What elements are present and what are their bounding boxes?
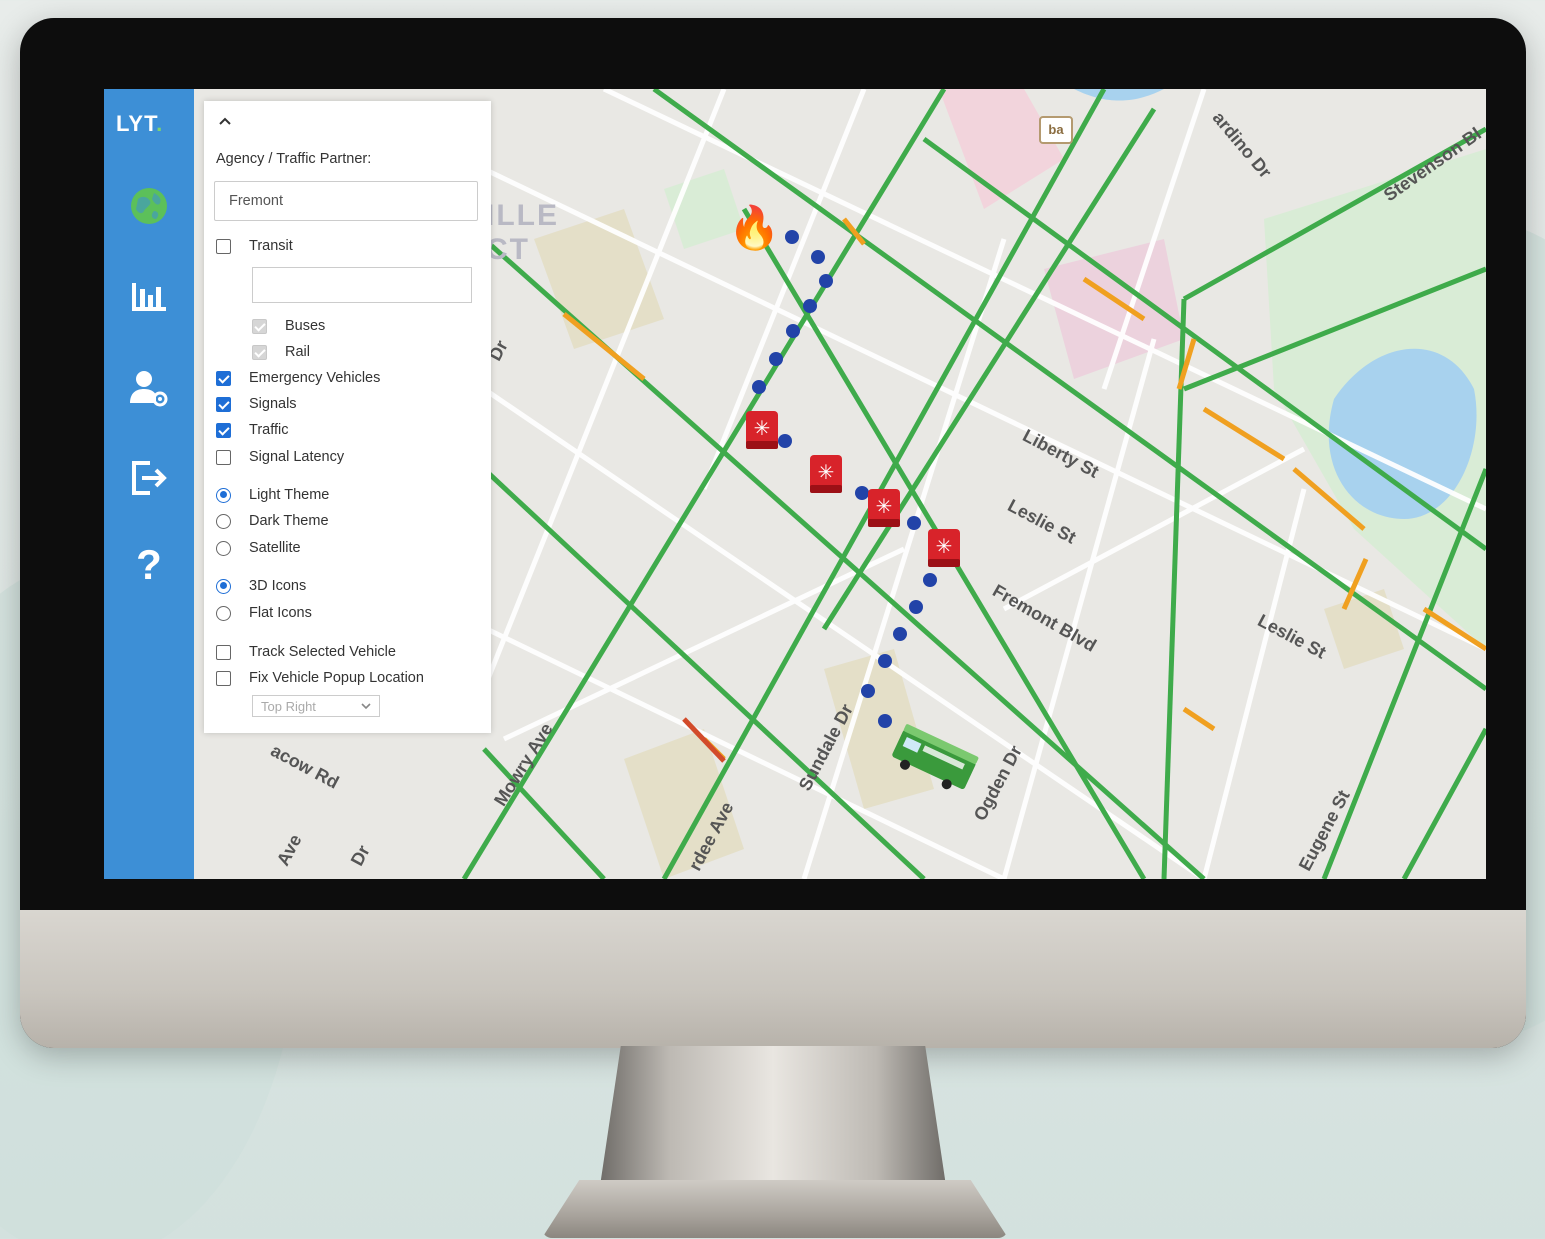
collapse-panel-button[interactable] <box>218 113 232 131</box>
user-settings-icon[interactable] <box>128 367 170 409</box>
svg-text:✳: ✳ <box>754 416 771 440</box>
bart-station-icon[interactable]: ba <box>1039 116 1073 144</box>
agency-input[interactable] <box>214 181 478 221</box>
track-selected-vehicle-toggle[interactable]: Track Selected Vehicle <box>216 643 396 661</box>
monitor-chin <box>20 910 1526 1048</box>
light-theme-option[interactable]: Light Theme <box>216 486 329 504</box>
area-label: CT <box>486 233 530 266</box>
emergency-vehicles-toggle[interactable]: Emergency Vehicles <box>216 369 380 387</box>
sidebar: LYT. ? <box>104 89 194 879</box>
layers-panel: Agency / Traffic Partner: Transit Buses … <box>204 101 491 733</box>
monitor-stand-neck <box>600 1046 946 1186</box>
signal-latency-toggle[interactable]: Signal Latency <box>216 448 344 466</box>
agency-label: Agency / Traffic Partner: <box>216 151 372 167</box>
dark-theme-option[interactable]: Dark Theme <box>216 512 329 530</box>
transit-search-input[interactable] <box>252 267 472 303</box>
signals-checkbox[interactable] <box>216 396 231 412</box>
popup-location-select[interactable]: Top Right <box>252 695 380 717</box>
track-selected-vehicle-checkbox[interactable] <box>216 644 231 660</box>
signal-icon: ✳ <box>810 455 842 493</box>
signal-icon: ✳ <box>746 411 778 449</box>
transit-checkbox[interactable] <box>216 238 231 254</box>
satellite-radio[interactable] <box>216 540 231 556</box>
chevron-down-icon <box>361 702 371 709</box>
traffic-checkbox[interactable] <box>216 422 231 438</box>
rail-toggle[interactable]: Rail <box>252 343 310 361</box>
fire-icon[interactable]: 🔥 <box>728 207 780 249</box>
rail-checkbox[interactable] <box>252 344 267 360</box>
bar-chart-icon[interactable] <box>128 275 170 317</box>
logo: LYT. <box>116 111 164 136</box>
transit-toggle[interactable]: Transit <box>216 237 293 255</box>
fix-vehicle-popup-toggle[interactable]: Fix Vehicle Popup Location <box>216 669 424 687</box>
chevron-up-icon <box>219 117 231 125</box>
light-theme-radio[interactable] <box>216 487 231 503</box>
signal-icon: ✳ <box>928 529 960 567</box>
signal-latency-checkbox[interactable] <box>216 449 231 465</box>
traffic-toggle[interactable]: Traffic <box>216 421 288 439</box>
svg-text:✳: ✳ <box>818 460 835 484</box>
dark-theme-radio[interactable] <box>216 513 231 529</box>
signals-toggle[interactable]: Signals <box>216 395 297 413</box>
svg-text:✳: ✳ <box>876 494 893 518</box>
svg-text:✳: ✳ <box>936 534 953 558</box>
flat-icons-option[interactable]: Flat Icons <box>216 604 312 622</box>
fix-vehicle-popup-checkbox[interactable] <box>216 670 231 686</box>
signal-icon: ✳ <box>868 489 900 527</box>
help-icon[interactable]: ? <box>128 544 170 586</box>
flat-icons-radio[interactable] <box>216 605 231 621</box>
screen: ✳ ✳ ✳ ✳ 🔥 ba ILLE CT Liberty St Leslie S… <box>104 89 1486 879</box>
buses-toggle[interactable]: Buses <box>252 317 325 335</box>
logout-icon[interactable] <box>128 457 170 499</box>
satellite-option[interactable]: Satellite <box>216 539 301 557</box>
area-label: ILLE <box>486 199 559 232</box>
emergency-vehicles-checkbox[interactable] <box>216 370 231 386</box>
monitor-stand-base <box>542 1180 1008 1238</box>
buses-checkbox[interactable] <box>252 318 267 334</box>
globe-icon[interactable] <box>128 185 170 227</box>
3d-icons-option[interactable]: 3D Icons <box>216 577 306 595</box>
3d-icons-radio[interactable] <box>216 578 231 594</box>
